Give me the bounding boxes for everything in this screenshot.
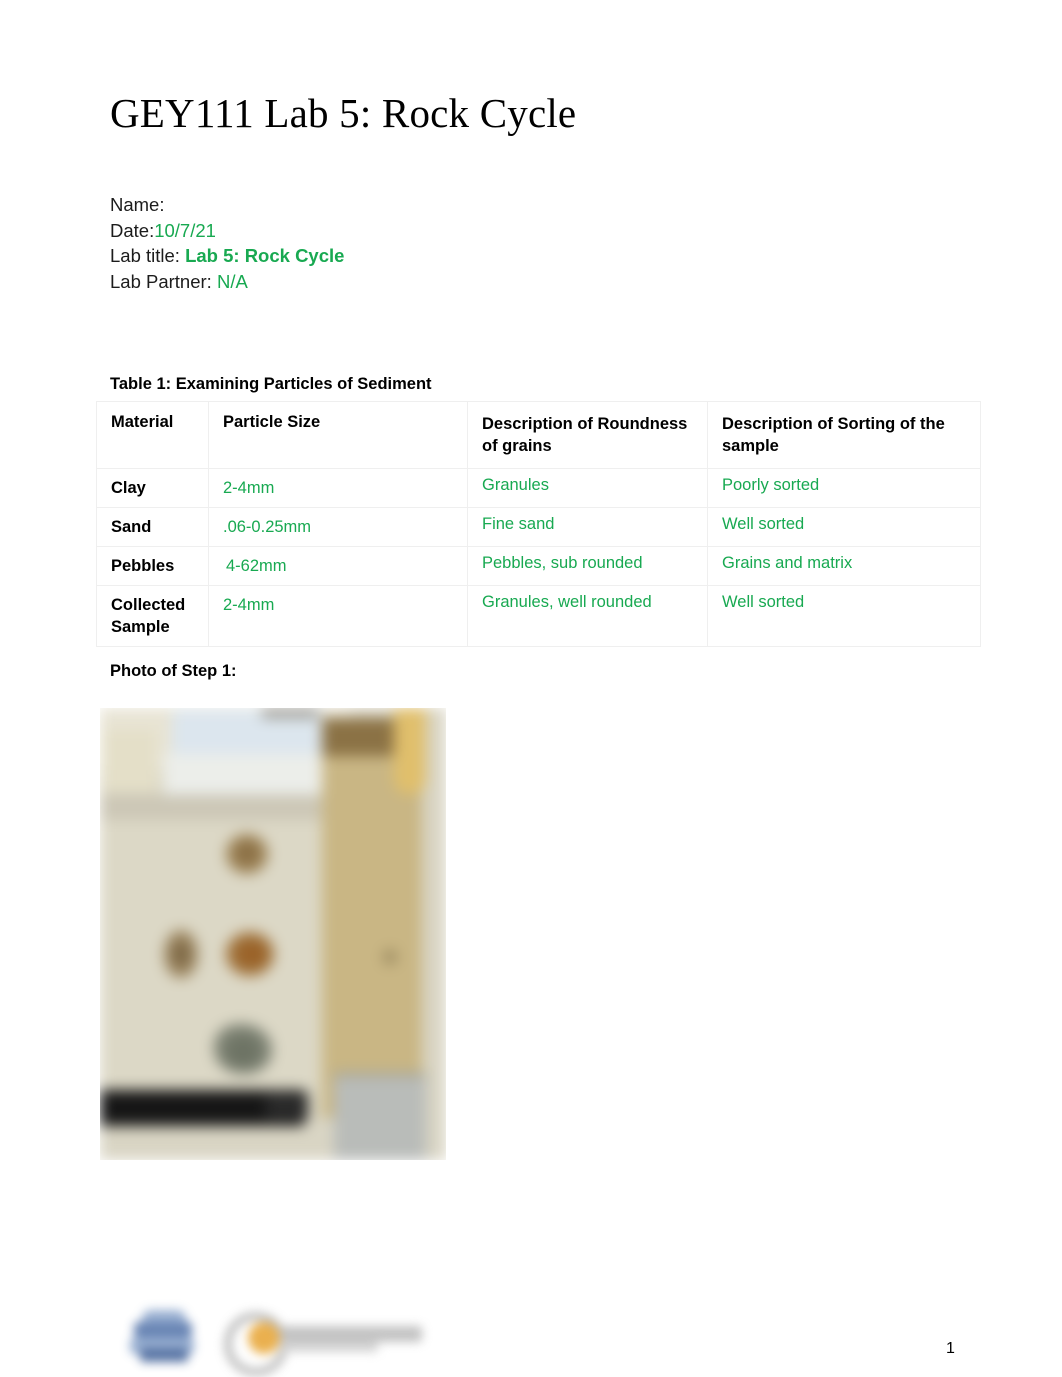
- lab-partner-label: Lab Partner:: [110, 270, 217, 292]
- photo-wood-dark-band: [322, 718, 396, 756]
- cell-particle-size[interactable]: .06-0.25mm: [208, 507, 468, 547]
- cell-sorting[interactable]: Poorly sorted: [707, 468, 981, 508]
- column-header-particle-size: Particle Size: [208, 401, 468, 469]
- table-row: Collected Sample 2-4mm Granules, well ro…: [96, 585, 981, 647]
- cell-sorting[interactable]: Well sorted: [707, 507, 981, 547]
- footer-logo-shapes: [120, 1300, 440, 1376]
- name-line: Name:: [110, 192, 344, 218]
- date-value[interactable]: 10/7/21: [154, 220, 216, 241]
- lab-title-value[interactable]: Lab 5: Rock Cycle: [185, 245, 344, 266]
- cell-sorting[interactable]: Grains and matrix: [707, 546, 981, 586]
- lab-title-line: Lab title: Lab 5: Rock Cycle: [110, 243, 344, 269]
- photo-shadow-band: [100, 794, 330, 820]
- cell-material: Sand: [96, 507, 209, 547]
- footer-logos: [120, 1300, 440, 1376]
- lab-partner-value[interactable]: N/A: [217, 271, 248, 292]
- photo-top-strip: [262, 708, 318, 718]
- cell-particle-size[interactable]: 4-62mm: [208, 546, 468, 586]
- photo-label-card: [104, 730, 156, 792]
- photo-wood-knot: [383, 949, 397, 965]
- cell-particle-size[interactable]: 2-4mm: [208, 585, 468, 647]
- table-1-wrapper: Material Particle Size Description of Ro…: [96, 401, 981, 647]
- photo-specimen-orange-stone-core: [238, 942, 266, 966]
- photo-black-bar-end: [266, 1092, 308, 1120]
- institution-logo-bar-1: [134, 1322, 192, 1338]
- lab-title-label: Lab title:: [110, 245, 186, 267]
- secondary-logo-wordmark: [282, 1326, 422, 1342]
- photo-step-label: Photo of Step 1:: [110, 662, 237, 680]
- table-row: Sand .06-0.25mm Fine sand Well sorted: [96, 507, 981, 547]
- cell-roundness[interactable]: Granules, well rounded: [467, 585, 708, 647]
- column-header-sorting: Description of Sorting of the sample: [707, 401, 981, 469]
- date-label: Date:: [110, 219, 155, 241]
- photo-content: [100, 708, 446, 1160]
- secondary-logo-dot-icon: [248, 1322, 280, 1354]
- cell-material: Collected Sample: [96, 585, 209, 647]
- lab-partner-line: Lab Partner: N/A: [110, 269, 344, 295]
- column-header-roundness: Description of Roundness of grains: [467, 401, 708, 469]
- cell-roundness[interactable]: Granules: [467, 468, 708, 508]
- name-label: Name:: [110, 194, 165, 215]
- page-title: GEY111 Lab 5: Rock Cycle: [110, 90, 577, 136]
- institution-logo-bar-3: [140, 1348, 188, 1362]
- cell-material: Clay: [96, 468, 209, 508]
- step-1-photo: [100, 708, 446, 1160]
- table-caption: Table 1: Examining Particles of Sediment: [110, 375, 432, 393]
- cell-sorting[interactable]: Well sorted: [707, 585, 981, 647]
- photo-specimen-granule-core: [236, 842, 258, 864]
- header-info-block: Name: Date:10/7/21 Lab title: Lab 5: Roc…: [110, 192, 344, 294]
- page-number: 1: [946, 1340, 955, 1357]
- secondary-logo-tagline: [282, 1342, 378, 1352]
- column-header-material: Material: [96, 401, 209, 469]
- cell-roundness[interactable]: Fine sand: [467, 507, 708, 547]
- cell-particle-size[interactable]: 2-4mm: [208, 468, 468, 508]
- table-row: Clay 2-4mm Granules Poorly sorted: [96, 468, 981, 508]
- photo-specimen-gray-pebble-core: [226, 1036, 260, 1066]
- sediment-table: Material Particle Size Description of Ro…: [96, 401, 981, 647]
- table-header-row: Material Particle Size Description of Ro…: [96, 401, 981, 469]
- photo-wood-highlight: [394, 708, 426, 794]
- photo-whiteboard-lower: [164, 754, 339, 798]
- document-page: GEY111 Lab 5: Rock Cycle Name: Date:10/7…: [0, 0, 1062, 1377]
- photo-specimen-small-stone-core: [172, 942, 190, 966]
- cell-material: Pebbles: [96, 546, 209, 586]
- photo-floor: [334, 1078, 426, 1160]
- cell-roundness[interactable]: Pebbles, sub rounded: [467, 546, 708, 586]
- date-line: Date:10/7/21: [110, 218, 344, 244]
- table-row: Pebbles 4-62mm Pebbles, sub rounded Grai…: [96, 546, 981, 586]
